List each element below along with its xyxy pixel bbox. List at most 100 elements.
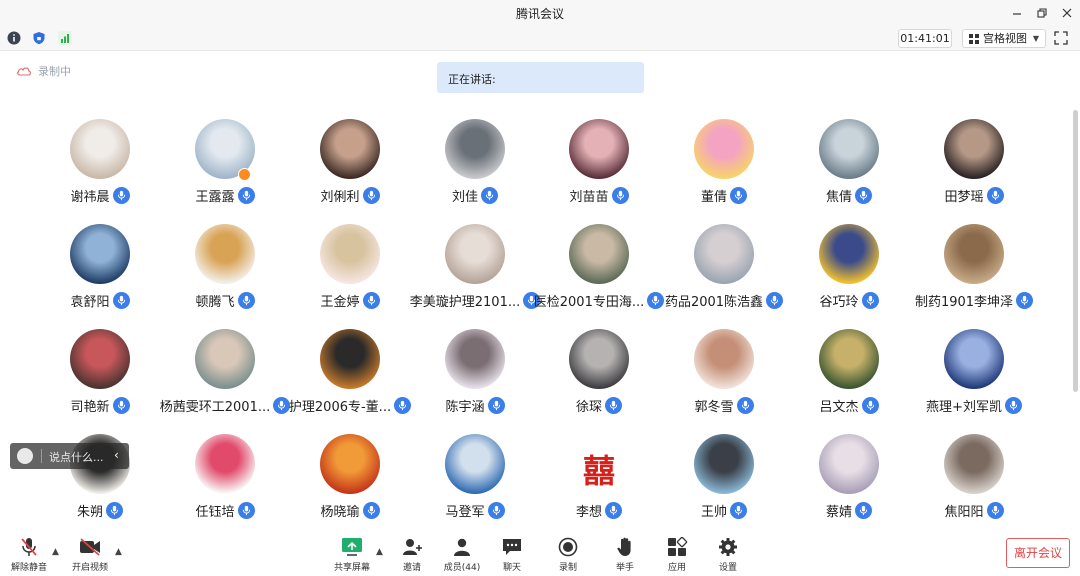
microphone-icon: [605, 501, 622, 519]
settings-label: 设置: [718, 563, 737, 573]
settings-button[interactable]: 设置: [705, 537, 751, 573]
unmute-button[interactable]: 解除静音: [6, 537, 52, 573]
participant-name: 马登军: [445, 504, 485, 520]
chevron-up-icon[interactable]: ▲: [376, 547, 383, 557]
participant-name: 王帅: [700, 504, 727, 520]
bottom-toolbar: 解除静音 ▲ 开启视频 ▲ 共享屏幕 ▲ 邀请 成员(44) 聊天 录制 举手 …: [0, 533, 1080, 576]
avatar: [694, 119, 754, 179]
raise-hand-button[interactable]: 举手: [602, 537, 648, 573]
participant-name-line: 燕理+刘军凯: [899, 395, 1049, 415]
members-label: 成员(44): [443, 563, 481, 573]
avatar: [694, 329, 754, 389]
microphone-icon: [362, 501, 380, 519]
microphone-icon: [861, 396, 879, 414]
microphone-icon: [736, 396, 754, 414]
share-screen-label: 共享屏幕: [333, 563, 370, 573]
restore-icon: [1037, 8, 1047, 18]
restore-button[interactable]: [1031, 3, 1053, 23]
avatar: [944, 119, 1004, 179]
participant-name: 刘佳: [451, 189, 478, 205]
recording-indicator: 录制中: [16, 63, 71, 79]
emoji-icon[interactable]: [17, 448, 33, 464]
participant-name-line: 焦阳阳: [899, 500, 1049, 520]
share-screen-button[interactable]: 共享屏幕: [329, 537, 375, 573]
apps-icon: [668, 537, 688, 556]
record-label: 录制: [558, 563, 577, 573]
unmute-label: 解除静音: [10, 563, 47, 573]
avatar: [320, 224, 380, 284]
start-video-button[interactable]: 开启视频: [67, 537, 113, 573]
security-button[interactable]: [31, 30, 47, 46]
network-status-button[interactable]: [57, 30, 73, 46]
participant-tile[interactable]: 田梦瑶: [899, 119, 1049, 219]
view-mode-button[interactable]: 宫格视图 ▼: [962, 29, 1046, 48]
close-button[interactable]: [1056, 3, 1078, 23]
participant-name: 刘俐利: [320, 189, 360, 205]
scrollbar[interactable]: [1073, 110, 1078, 392]
avatar: [445, 434, 505, 494]
gear-icon: [719, 538, 737, 556]
chat-input-placeholder[interactable]: 说点什么...: [49, 449, 104, 465]
apps-label: 应用: [667, 563, 686, 573]
info-icon: [7, 31, 21, 45]
participant-name: 吕文杰: [819, 399, 859, 415]
leave-meeting-button[interactable]: 离开会议: [1006, 538, 1070, 568]
participant-name: 袁舒阳: [70, 294, 110, 310]
participant-name: 蔡婧: [825, 504, 852, 520]
hand-icon: [617, 537, 631, 556]
participant-tile[interactable]: 焦阳阳: [899, 434, 1049, 534]
microphone-icon: [861, 291, 879, 309]
participant-name: 朱朔: [76, 504, 103, 520]
avatar: [70, 224, 130, 284]
meeting-info-button[interactable]: [6, 30, 22, 46]
participant-name: 郭冬雪: [694, 399, 734, 415]
avatar: [70, 329, 130, 389]
divider: [41, 449, 42, 463]
avatar: [694, 434, 754, 494]
participant-name: 陈宇涵: [445, 399, 485, 415]
microphone-icon: [112, 186, 130, 204]
share-screen-icon: [342, 538, 362, 556]
avatar: [944, 224, 1004, 284]
avatar: [569, 329, 629, 389]
chevron-up-icon[interactable]: ▲: [115, 547, 122, 557]
minimize-button[interactable]: [1006, 3, 1028, 23]
microphone-muted-icon: [21, 538, 37, 556]
record-button[interactable]: 录制: [545, 537, 591, 573]
microphone-icon: [362, 186, 380, 204]
microphone-icon: [106, 501, 123, 519]
participant-name: 田梦瑶: [944, 189, 984, 205]
microphone-icon: [855, 186, 872, 204]
chevron-up-icon[interactable]: ▲: [52, 547, 59, 557]
avatar: [819, 119, 879, 179]
cloud-icon: [17, 67, 31, 76]
invite-button[interactable]: 邀请: [389, 537, 435, 573]
participant-name: 医检2001专田海...: [533, 294, 645, 310]
chat-button[interactable]: 聊天: [489, 537, 535, 573]
minimize-icon: [1013, 13, 1021, 15]
view-mode-label: 宫格视图: [983, 32, 1027, 45]
fullscreen-button[interactable]: [1054, 30, 1070, 46]
raise-hand-label: 举手: [615, 563, 634, 573]
participant-name: 制药1901李坤泽: [914, 294, 1014, 310]
title-bar: 腾讯会议: [0, 0, 1080, 26]
participant-name: 焦阳阳: [944, 504, 984, 520]
start-video-label: 开启视频: [71, 563, 108, 573]
microphone-icon: [730, 501, 747, 519]
participant-name-line: 田梦瑶: [899, 185, 1049, 205]
participant-tile[interactable]: 制药1901李坤泽: [899, 224, 1049, 324]
chevron-left-icon[interactable]: ‹: [114, 448, 119, 462]
participant-tile[interactable]: 燕理+刘军凯: [899, 329, 1049, 429]
avatar: [819, 224, 879, 284]
apps-button[interactable]: 应用: [654, 537, 700, 573]
participant-name: 焦倩: [825, 189, 852, 205]
info-bar: 01:41:01 宫格视图 ▼: [0, 26, 1080, 51]
participant-name: 杨晓瑜: [320, 504, 360, 520]
members-button[interactable]: 成员(44): [439, 537, 485, 573]
microphone-icon: [487, 396, 505, 414]
microphone-icon: [362, 291, 380, 309]
participant-name: 任钰培: [195, 504, 235, 520]
microphone-icon: [237, 291, 255, 309]
chat-input-bar[interactable]: 说点什么... ‹: [10, 443, 129, 469]
meeting-window: 腾讯会议 01:41:01 宫格视图 ▼ 录制中 正在讲话: 谢祎晨 王露露 刘…: [0, 0, 1080, 576]
